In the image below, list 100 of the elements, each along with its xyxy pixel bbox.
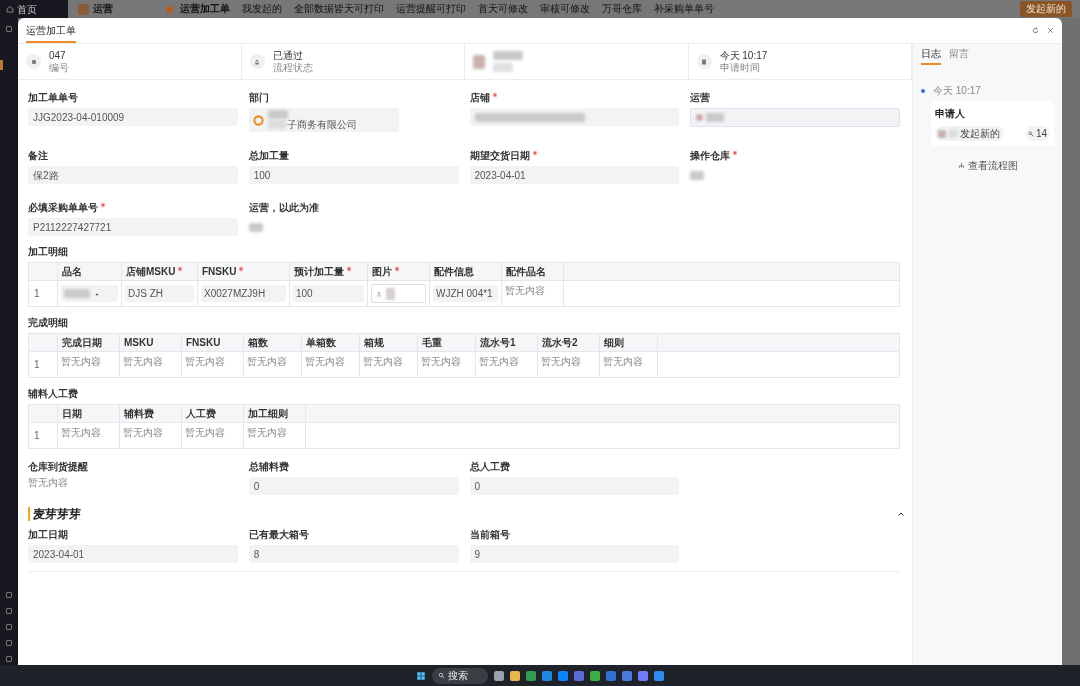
column-header: 细则: [604, 336, 624, 349]
taskbar-app-icon[interactable]: [526, 670, 536, 681]
home-icon[interactable]: [6, 5, 14, 13]
view-tab[interactable]: 运营加工单: [180, 3, 230, 15]
column-header: 图片: [372, 265, 392, 278]
panel-tab[interactable]: 留言: [949, 48, 969, 65]
search-icon: [438, 672, 445, 679]
flowchart-icon: [957, 162, 965, 169]
panel-tab[interactable]: 日志: [921, 48, 941, 65]
column-header: FNSKU: [186, 336, 221, 349]
input-field[interactable]: [61, 285, 118, 302]
input-field[interactable]: 100: [248, 166, 459, 184]
input-field[interactable]: JJG2023-04-010009: [28, 108, 238, 126]
input-field[interactable]: 0: [469, 477, 680, 495]
field-label: 总加工量: [248, 150, 289, 162]
home-link[interactable]: 首页: [17, 1, 37, 17]
sidebar-icon[interactable]: [6, 656, 12, 662]
module-icon: [78, 3, 89, 15]
section-accent-bar: [28, 507, 30, 521]
taskbar-app-icon[interactable]: [494, 670, 504, 681]
view-tab[interactable]: 万哥仓库: [602, 3, 642, 15]
redacted-text: [706, 113, 725, 122]
input-field[interactable]: 0: [248, 477, 459, 495]
redacted-text: [948, 129, 958, 138]
summary-value: 已通过: [272, 49, 304, 62]
column-header: 流水号2: [542, 336, 578, 349]
summary-label: 流程状态: [272, 61, 313, 74]
field-label: 部门: [248, 92, 269, 104]
input-field[interactable]: P2112227427721: [28, 218, 238, 236]
field-label: 当前箱号: [469, 529, 511, 541]
taskbar-app-icon[interactable]: [638, 670, 648, 681]
view-tab[interactable]: 补采购单单号: [654, 3, 714, 15]
column-header: 配件信息: [434, 265, 474, 278]
summary-label: 编号: [49, 61, 69, 74]
taskbar-app-icon[interactable]: [542, 670, 552, 681]
start-icon[interactable]: [416, 670, 426, 681]
input-field[interactable]: WJZH 004*1: [433, 285, 498, 302]
sidebar-icon[interactable]: [6, 608, 12, 614]
view-tab[interactable]: 运营提醒可打印: [396, 3, 466, 15]
empty-text: 暂无内容: [603, 356, 643, 368]
sidebar-icon[interactable]: [6, 624, 12, 630]
empty-text: 暂无内容: [247, 356, 287, 368]
section-label: 完成明细: [28, 317, 69, 329]
field-label: 备注: [28, 150, 48, 162]
sidebar-icon[interactable]: [6, 640, 12, 646]
row-number: 1: [34, 287, 40, 301]
sidebar-icon[interactable]: [6, 592, 12, 598]
thumbnail: [386, 287, 395, 300]
row-number: 1: [34, 358, 40, 372]
input-field[interactable]: 保2路: [28, 166, 238, 184]
input-field[interactable]: 100: [293, 285, 364, 302]
notification-icon: [166, 6, 173, 13]
field-label: 总人工费: [469, 461, 511, 473]
input-field[interactable]: 2023-04-01: [469, 166, 680, 184]
close-icon[interactable]: [1047, 27, 1054, 34]
input-field[interactable]: DJS ZH: [125, 285, 194, 302]
field-label: 加工日期: [28, 529, 69, 541]
empty-text: 暂无内容: [421, 356, 461, 368]
field-label: 操作仓库: [690, 150, 731, 162]
department-field[interactable]: 子商务有限公司: [248, 108, 399, 132]
view-tab[interactable]: 首天可修改: [478, 3, 528, 15]
input-field[interactable]: 2023-04-01: [28, 545, 238, 563]
view-tab[interactable]: 我发起的: [242, 3, 282, 15]
view-tab[interactable]: 全部数据皆天可打印: [294, 3, 384, 15]
input-field[interactable]: 9: [469, 545, 680, 563]
taskbar-search[interactable]: 搜索: [432, 667, 488, 684]
column-header: FNSKU: [202, 265, 237, 278]
view-tab[interactable]: 审核可修改: [540, 3, 590, 15]
input-field[interactable]: X0027MZJ9H: [201, 285, 286, 302]
chevron-up-icon[interactable]: [897, 510, 905, 518]
section-label: 加工明细: [28, 246, 69, 258]
taskbar-app-icon[interactable]: [558, 670, 568, 681]
column-header: 预计加工量: [294, 265, 344, 278]
empty-text: 暂无内容: [123, 427, 163, 439]
select-field[interactable]: [690, 108, 900, 127]
refresh-icon[interactable]: [1032, 27, 1039, 34]
redacted-text: [267, 109, 288, 119]
module-title: 运营: [93, 3, 113, 15]
redacted-text: [690, 170, 705, 180]
field-label: 运营，以此为准: [248, 202, 319, 214]
column-header: 日期: [62, 407, 82, 420]
input-field[interactable]: [469, 108, 680, 126]
avatar: [938, 129, 946, 138]
flowchart-link[interactable]: 查看流程图: [967, 158, 1018, 173]
redacted-text: [64, 289, 90, 298]
taskbar-app-icon[interactable]: [654, 670, 664, 681]
taskbar-app-icon[interactable]: [622, 670, 632, 681]
column-header: 品名: [62, 265, 82, 278]
empty-text: 暂无内容: [247, 427, 287, 439]
taskbar-app-icon[interactable]: [510, 670, 520, 681]
sidebar-active-indicator: [0, 60, 3, 70]
input-field[interactable]: 8: [248, 545, 459, 563]
log-time: 今天 10:17: [933, 84, 981, 98]
column-header: 人工费: [186, 407, 216, 420]
taskbar-app-icon[interactable]: [590, 670, 600, 681]
summary-value: 047: [49, 49, 67, 62]
sidebar-icon[interactable]: [6, 26, 12, 32]
empty-text: 暂无内容: [185, 427, 225, 439]
window-tab[interactable]: 运营加工单: [26, 25, 76, 43]
new-request-button[interactable]: 发起新的: [1020, 1, 1072, 17]
